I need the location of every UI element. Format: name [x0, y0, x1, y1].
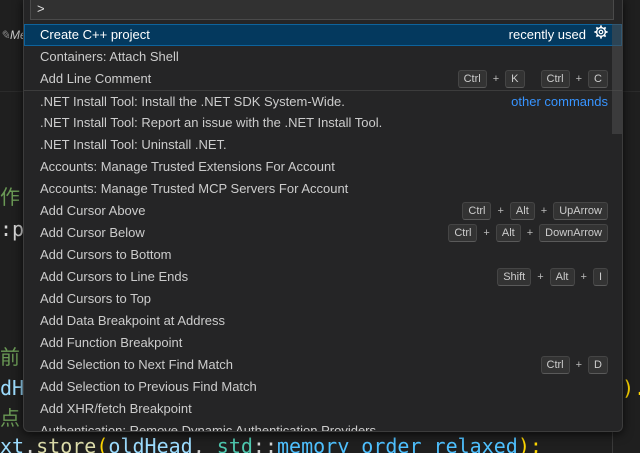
keybinding-key: Ctrl	[540, 356, 570, 374]
keybinding-key: K	[505, 70, 525, 88]
command-label: Accounts: Manage Trusted MCP Servers For…	[40, 181, 349, 196]
keybinding-key: Alt	[549, 268, 575, 286]
command-item[interactable]: Authentication: Remove Dynamic Authentic…	[24, 420, 622, 432]
command-item[interactable]: .NET Install Tool: Report an issue with …	[24, 112, 622, 134]
code-fragment: 作	[0, 185, 20, 209]
command-label: Add Cursors to Top	[40, 291, 152, 306]
keybinding-plus: +	[526, 227, 534, 239]
keybinding-key: Ctrl	[462, 202, 492, 220]
command-item[interactable]: Add Cursors to Bottom	[24, 244, 622, 266]
code-fragment: 点	[0, 406, 20, 430]
command-label: .NET Install Tool: Report an issue with …	[40, 115, 383, 130]
keybinding-key: DownArrow	[539, 224, 608, 242]
command-label: Add Selection to Next Find Match	[40, 357, 233, 372]
command-label: Create C++ project	[40, 27, 150, 42]
command-item[interactable]: Add Selection to Previous Find Match	[24, 376, 622, 398]
command-label: Add Cursors to Line Ends	[40, 269, 189, 284]
command-item[interactable]: Containers: Attach Shell	[24, 46, 622, 68]
dirty-marker-icon: ✎	[0, 28, 11, 42]
command-item[interactable]: Add Cursor Above Ctrl + Alt + UpArrow	[24, 200, 622, 222]
gear-icon[interactable]	[594, 24, 608, 46]
command-label: Add Cursor Below	[40, 225, 145, 240]
other-commands-link[interactable]: other commands	[511, 91, 608, 113]
command-right: Ctrl + K Ctrl + C	[457, 68, 608, 90]
command-label: Add Selection to Previous Find Match	[40, 379, 257, 394]
command-label: .NET Install Tool: Install the .NET SDK …	[40, 94, 345, 109]
command-label: Add Function Breakpoint	[40, 335, 183, 350]
command-item[interactable]: Accounts: Manage Trusted MCP Servers For…	[24, 178, 622, 200]
command-item[interactable]: Add Line Comment Ctrl + K Ctrl + C	[24, 68, 622, 90]
command-item[interactable]: Add Cursors to Line Ends Shift + Alt + I	[24, 266, 622, 288]
command-item[interactable]: Add Data Breakpoint at Address	[24, 310, 622, 332]
keybinding-key: Ctrl	[540, 70, 570, 88]
code-line: xt.store(oldHead, std::memory_order_rela…	[0, 434, 542, 453]
command-item[interactable]: Add XHR/fetch Breakpoint	[24, 398, 622, 420]
command-label: Add Cursor Above	[40, 203, 146, 218]
keybinding-plus: +	[483, 227, 490, 239]
code-fragment: :p	[0, 217, 25, 241]
keybinding-key: UpArrow	[553, 202, 608, 220]
command-label: Add Cursors to Bottom	[40, 247, 172, 262]
command-palette-input[interactable]: >	[30, 0, 614, 20]
command-item[interactable]: Accounts: Manage Trusted Extensions For …	[24, 156, 622, 178]
keybinding-key: D	[588, 356, 608, 374]
keybinding-plus: +	[492, 73, 500, 85]
recently-used-label: recently used	[508, 27, 586, 42]
command-item[interactable]: .NET Install Tool: Install the .NET SDK …	[24, 90, 622, 112]
command-right: Ctrl + D	[540, 354, 608, 376]
command-item[interactable]: Add Function Breakpoint	[24, 332, 622, 354]
keybinding-key: Ctrl	[457, 70, 487, 88]
keybinding-plus: +	[497, 205, 504, 217]
command-label: Containers: Attach Shell	[40, 49, 179, 64]
keybinding-plus: +	[575, 73, 583, 85]
command-right: recently used	[509, 24, 608, 46]
command-label: Add Line Comment	[40, 71, 152, 86]
command-item[interactable]: Add Selection to Next Find Match Ctrl + D	[24, 354, 622, 376]
command-label: Add Data Breakpoint at Address	[40, 313, 226, 328]
command-item[interactable]: .NET Install Tool: Uninstall .NET.	[24, 134, 622, 156]
command-list: Create C++ project recently used Container…	[24, 24, 622, 432]
code-fragment: 前	[0, 345, 20, 369]
keybinding-key: I	[592, 268, 608, 286]
keybinding-plus: +	[580, 271, 587, 283]
keybinding-key: Ctrl	[448, 224, 478, 242]
command-label: Accounts: Manage Trusted Extensions For …	[40, 159, 335, 174]
command-right: Shift + Alt + I	[497, 266, 608, 288]
keybinding-plus: +	[537, 271, 544, 283]
code-fragment: dH	[0, 376, 25, 400]
command-right: other commands	[511, 91, 608, 113]
command-item[interactable]: Add Cursor Below Ctrl + Alt + DownArrow	[24, 222, 622, 244]
command-label: .NET Install Tool: Uninstall .NET.	[40, 137, 227, 152]
command-list-scrollbar[interactable]	[612, 24, 622, 134]
keybinding-plus: +	[575, 359, 583, 371]
command-item[interactable]: Create C++ project recently used	[24, 24, 622, 46]
command-palette: > Create C++ project recently used Contain…	[23, 0, 623, 432]
keybinding-key: Alt	[509, 202, 535, 220]
command-label: Authentication: Remove Dynamic Authentic…	[40, 423, 377, 432]
keybinding-plus: +	[540, 205, 548, 217]
command-right: Ctrl + Alt + UpArrow	[462, 200, 608, 222]
command-right: Ctrl + Alt + DownArrow	[448, 222, 608, 244]
command-item[interactable]: Add Cursors to Top	[24, 288, 622, 310]
keybinding-key: Alt	[495, 224, 521, 242]
command-label: Add XHR/fetch Breakpoint	[40, 401, 192, 416]
code-fragment: ).	[622, 376, 640, 400]
keybinding-key: C	[588, 70, 608, 88]
keybinding-key: Shift	[497, 268, 532, 286]
